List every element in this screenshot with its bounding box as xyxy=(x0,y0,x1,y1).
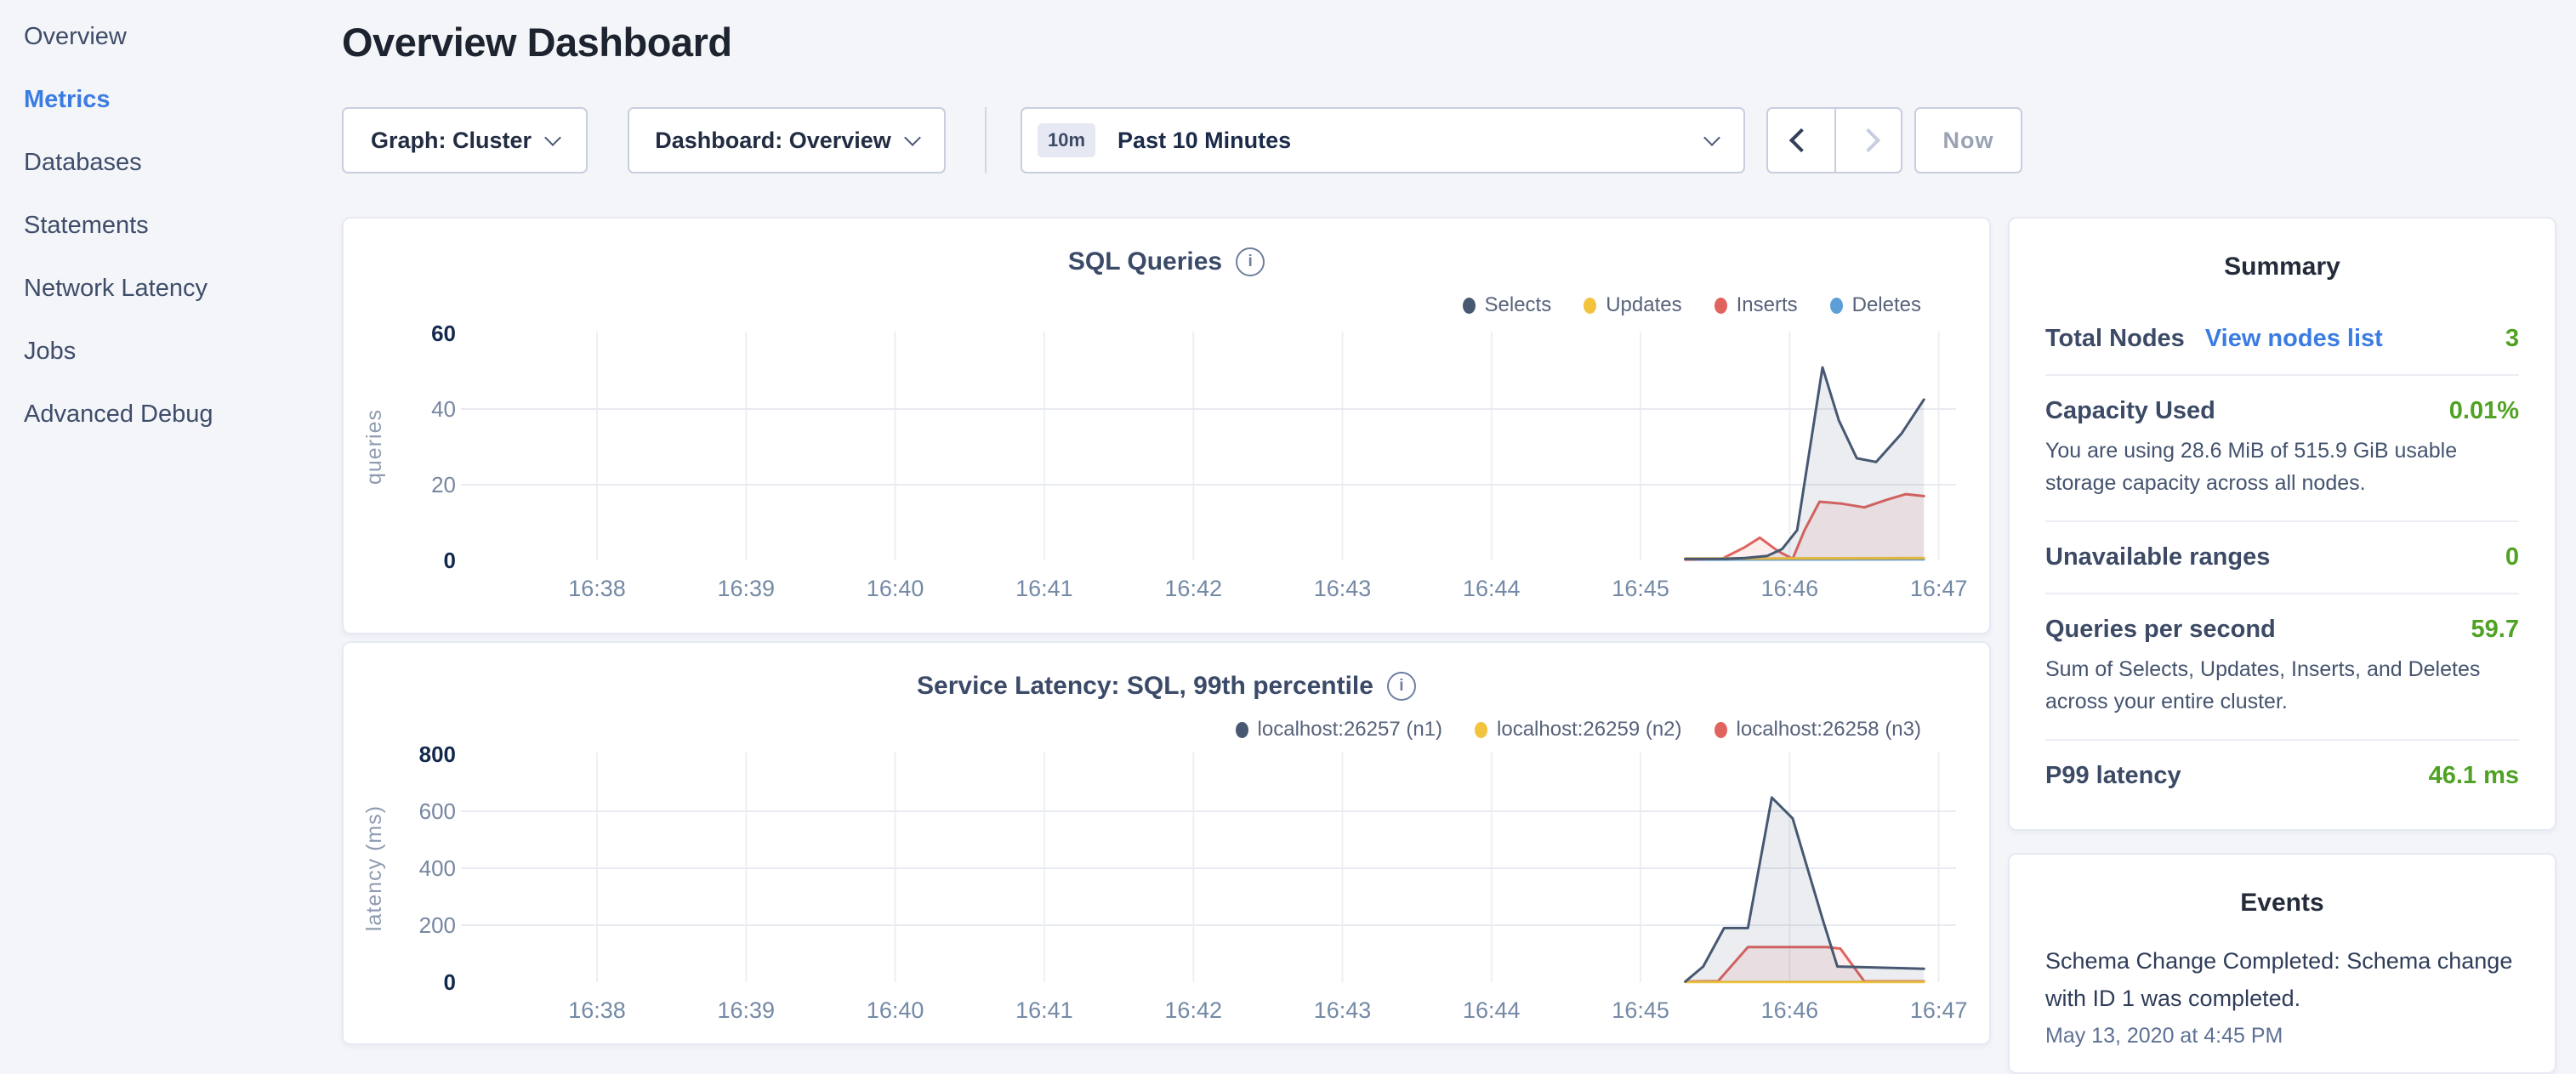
sql-queries-chart-card: SQL Queries i SelectsUpdatesInsertsDelet… xyxy=(342,217,1991,634)
summary-title: Summary xyxy=(2010,253,2555,281)
service-latency-plot[interactable]: 16:38 16:39 16:40 16:41 16:42 16:43 16:44 16:45… xyxy=(344,643,1993,1047)
x-axis-tick-label: 16:44 xyxy=(1463,997,1521,1023)
controls-divider xyxy=(985,107,987,173)
x-axis-tick-label: 16:38 xyxy=(568,997,626,1023)
summary-row-head: Unavailable ranges 0 xyxy=(2045,543,2519,571)
y-axis-tick-label: 600 xyxy=(419,798,456,824)
graph-scope-dropdown-label: Graph: Cluster xyxy=(371,128,532,154)
summary-row-head: Queries per second 59.7 xyxy=(2045,616,2519,644)
summary-row-head: Capacity Used 0.01% xyxy=(2045,397,2519,425)
chevron-right-icon xyxy=(1857,128,1880,152)
summary-rows: Total Nodes View nodes list 3 Capacity Used… xyxy=(2045,304,2519,811)
sidebar-nav-list: OverviewMetricsDatabasesStatementsNetwor… xyxy=(0,5,340,446)
x-axis-tick-label: 16:40 xyxy=(867,576,924,601)
x-axis-tick-label: 16:45 xyxy=(1612,997,1669,1023)
time-step-back-button[interactable] xyxy=(1768,109,1834,172)
sidebar-item-overview[interactable]: Overview xyxy=(0,5,340,68)
x-axis-tick-label: 16:39 xyxy=(718,576,776,601)
y-axis-tick-label: 200 xyxy=(419,912,456,938)
summary-row-head: Total Nodes View nodes list 3 xyxy=(2045,325,2519,353)
x-axis-tick-label: 16:42 xyxy=(1164,997,1222,1023)
sidebar-item-jobs[interactable]: Jobs xyxy=(0,320,340,383)
sidebar: OverviewMetricsDatabasesStatementsNetwor… xyxy=(0,5,340,446)
x-axis-tick-label: 16:44 xyxy=(1463,576,1521,601)
summary-row-label: Queries per second xyxy=(2045,616,2276,644)
chevron-left-icon xyxy=(1789,128,1813,152)
summary-row-value: 59.7 xyxy=(2471,616,2519,644)
events-title: Events xyxy=(2010,889,2555,918)
page-title: Overview Dashboard xyxy=(342,19,732,65)
y-axis-tick-label: 20 xyxy=(431,472,456,497)
y-axis-tick-label: 0 xyxy=(444,548,456,573)
sql-queries-plot[interactable]: 16:38 16:39 16:40 16:41 16:42 16:43 16:44 16:45… xyxy=(344,219,1993,636)
y-axis-tick-label: 800 xyxy=(419,742,456,767)
now-button[interactable]: Now xyxy=(1914,107,2022,173)
y-axis-tick-label: 40 xyxy=(431,396,456,422)
x-axis-tick-label: 16:43 xyxy=(1314,997,1372,1023)
y-axis-tick-label: 60 xyxy=(431,321,456,346)
time-range-picker[interactable]: 10m Past 10 Minutes xyxy=(1021,107,1745,173)
events-panel: Events Schema Change Completed: Schema c… xyxy=(2008,853,2556,1074)
sidebar-item-metrics[interactable]: Metrics xyxy=(0,68,340,131)
time-range-badge: 10m xyxy=(1038,123,1095,157)
summary-row-description: Sum of Selects, Updates, Inserts, and De… xyxy=(2045,654,2519,718)
dashboard-dropdown-label: Dashboard: Overview xyxy=(655,128,891,154)
y-axis-title: latency (ms) xyxy=(362,805,386,931)
series-area-localhost:26257 (n1) xyxy=(1686,798,1925,982)
summary-row-label: Capacity Used xyxy=(2045,397,2215,425)
x-axis-tick-label: 16:40 xyxy=(867,997,924,1023)
sidebar-item-databases[interactable]: Databases xyxy=(0,131,340,194)
summary-row-head: P99 latency 46.1 ms xyxy=(2045,762,2519,790)
summary-row-p99-latency: P99 latency 46.1 ms xyxy=(2045,739,2519,811)
dashboard-dropdown[interactable]: Dashboard: Overview xyxy=(628,107,946,173)
series-area-Selects xyxy=(1686,367,1925,560)
service-latency-chart-card: Service Latency: SQL, 99th percentile i … xyxy=(342,641,1991,1045)
summary-row-description: You are using 28.6 MiB of 515.9 GiB usab… xyxy=(2045,435,2519,499)
summary-row-queries-per-second: Queries per second 59.7 Sum of Selects, Up… xyxy=(2045,593,2519,739)
events-list: Schema Change Completed: Schema change w… xyxy=(2010,943,2555,1048)
summary-row-value: 0.01% xyxy=(2449,397,2519,425)
sidebar-item-advanced-debug[interactable]: Advanced Debug xyxy=(0,383,340,446)
time-range-label: Past 10 Minutes xyxy=(1117,128,1706,154)
summary-row-label: Total Nodes xyxy=(2045,325,2185,353)
graph-scope-dropdown[interactable]: Graph: Cluster xyxy=(342,107,588,173)
summary-row-value: 3 xyxy=(2505,325,2519,353)
chevron-down-icon xyxy=(544,129,561,146)
y-axis-tick-label: 400 xyxy=(419,855,456,881)
event-timestamp: May 13, 2020 at 4:45 PM xyxy=(2045,1024,2519,1048)
x-axis-tick-label: 16:41 xyxy=(1015,997,1073,1023)
chevron-down-icon xyxy=(904,129,921,146)
summary-row-unavailable-ranges: Unavailable ranges 0 xyxy=(2045,520,2519,593)
time-step-buttons xyxy=(1766,107,1902,173)
sidebar-item-statements[interactable]: Statements xyxy=(0,194,340,257)
x-axis-tick-label: 16:43 xyxy=(1314,576,1372,601)
sidebar-item-network-latency[interactable]: Network Latency xyxy=(0,257,340,320)
x-axis-tick-label: 16:41 xyxy=(1015,576,1073,601)
summary-panel: Summary Total Nodes View nodes list 3 Capac… xyxy=(2008,217,2556,831)
x-axis-tick-label: 16:39 xyxy=(718,997,776,1023)
x-axis-tick-label: 16:38 xyxy=(568,576,626,601)
summary-row-capacity-used: Capacity Used 0.01% You are using 28.6 MiB… xyxy=(2045,374,2519,520)
time-step-forward-button[interactable] xyxy=(1834,109,1901,172)
summary-row-total-nodes: Total Nodes View nodes list 3 xyxy=(2045,304,2519,374)
x-axis-tick-label: 16:46 xyxy=(1761,997,1819,1023)
event-text: Schema Change Completed: Schema change w… xyxy=(2045,943,2519,1017)
x-axis-tick-label: 16:45 xyxy=(1612,576,1669,601)
x-axis-tick-label: 16:47 xyxy=(1910,997,1968,1023)
summary-row-value: 46.1 ms xyxy=(2429,762,2519,790)
summary-row-label: Unavailable ranges xyxy=(2045,543,2270,571)
y-axis-tick-label: 0 xyxy=(444,969,456,995)
chevron-down-icon xyxy=(1703,129,1720,146)
summary-row-value: 0 xyxy=(2505,543,2519,571)
x-axis-tick-label: 16:42 xyxy=(1164,576,1222,601)
x-axis-tick-label: 16:47 xyxy=(1910,576,1968,601)
event-list-item: Schema Change Completed: Schema change w… xyxy=(2045,943,2519,1048)
y-axis-title: queries xyxy=(362,409,386,485)
view-nodes-list-link[interactable]: View nodes list xyxy=(2205,325,2383,353)
x-axis-tick-label: 16:46 xyxy=(1761,576,1819,601)
summary-row-label: P99 latency xyxy=(2045,762,2181,790)
